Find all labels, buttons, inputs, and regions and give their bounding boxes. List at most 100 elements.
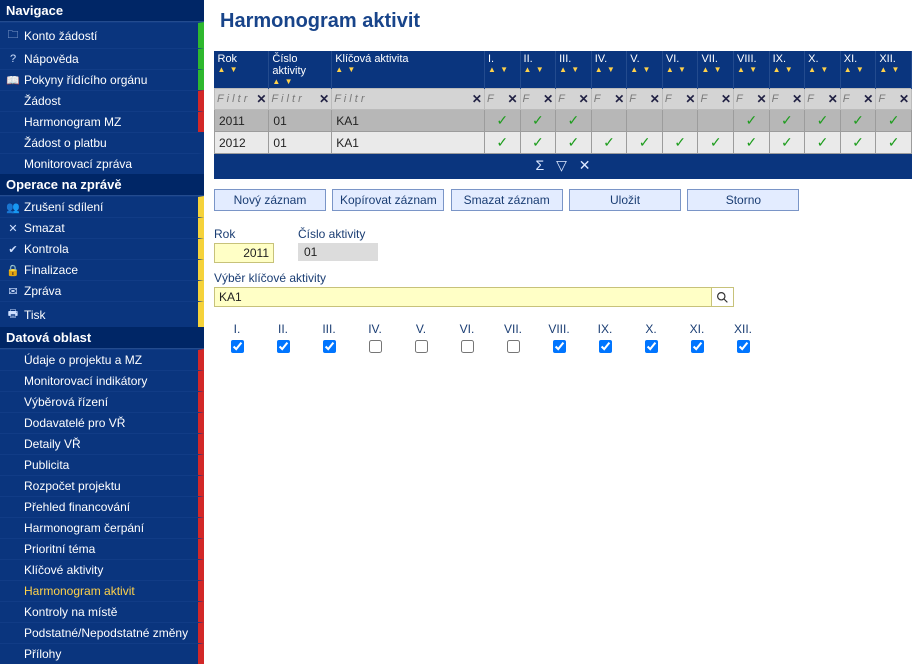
month-checkbox-6[interactable] <box>461 340 474 353</box>
clear-filter-icon[interactable]: ✕ <box>507 92 517 106</box>
sidebar-item[interactable]: ✔Kontrola <box>0 238 204 259</box>
sidebar-item[interactable]: Prioritní téma <box>0 538 204 559</box>
month-checkbox-1[interactable] <box>231 340 244 353</box>
filter-cell[interactable]: F✕ <box>663 89 698 109</box>
sidebar-item[interactable]: Údaje o projektu a MZ <box>0 349 204 370</box>
month-checkbox-3[interactable] <box>323 340 336 353</box>
month-checkbox-12[interactable] <box>737 340 750 353</box>
sidebar-item[interactable]: Monitorovací zpráva <box>0 153 204 174</box>
sidebar-item[interactable]: 🗀Konto žádostí <box>0 22 204 48</box>
clear-filter-icon[interactable]: ✕ <box>757 92 767 106</box>
col-klicova-aktivita[interactable]: Klíčová aktivita <box>332 51 485 89</box>
col-month-9[interactable]: IX. <box>769 51 805 89</box>
clear-filter-icon[interactable]: ✕ <box>256 92 266 106</box>
grid-summary-icon[interactable]: Σ <box>536 157 545 173</box>
new-record-button[interactable]: Nový záznam <box>214 189 326 211</box>
clear-filter-icon[interactable]: ✕ <box>650 92 660 106</box>
sidebar-item[interactable]: 🔒Finalizace <box>0 259 204 280</box>
col-month-12[interactable]: XII. <box>876 51 912 89</box>
clear-filter-icon[interactable]: ✕ <box>319 92 329 106</box>
sidebar-item[interactable]: Přehled financování <box>0 496 204 517</box>
save-button[interactable]: Uložit <box>569 189 681 211</box>
copy-record-button[interactable]: Kopírovat záznam <box>332 189 444 211</box>
clear-filter-icon[interactable]: ✕ <box>792 92 802 106</box>
col-month-4[interactable]: IV. <box>591 51 627 89</box>
rok-field[interactable]: 2011 <box>214 243 274 263</box>
sidebar-item[interactable]: ?Nápověda <box>0 48 204 69</box>
sidebar-item[interactable]: Publicita <box>0 454 204 475</box>
filter-cell[interactable]: F i l t r✕ <box>215 89 268 109</box>
filter-cell[interactable]: F✕ <box>770 89 805 109</box>
col-month-3[interactable]: III. <box>556 51 592 89</box>
col-month-11[interactable]: XI. <box>840 51 876 89</box>
filter-cell[interactable]: F✕ <box>485 89 520 109</box>
clear-filter-icon[interactable]: ✕ <box>472 92 482 106</box>
sidebar-item[interactable]: Harmonogram MZ <box>0 111 204 132</box>
filter-cell[interactable]: F i l t r✕ <box>332 89 484 109</box>
col-month-10[interactable]: X. <box>805 51 841 89</box>
filter-cell[interactable]: F✕ <box>841 89 876 109</box>
month-checkbox-9[interactable] <box>599 340 612 353</box>
filter-cell[interactable]: F✕ <box>876 89 911 109</box>
col-month-1[interactable]: I. <box>484 51 520 89</box>
sort-desc-icon <box>678 65 687 74</box>
clear-filter-icon[interactable]: ✕ <box>721 92 731 106</box>
sidebar-item[interactable]: Přílohy <box>0 643 204 664</box>
sidebar-item[interactable]: Žádost o platbu <box>0 132 204 153</box>
filter-cell[interactable]: F✕ <box>556 89 591 109</box>
sidebar-item[interactable]: Výběrová řízení <box>0 391 204 412</box>
sidebar-item[interactable]: 🖶Tisk <box>0 301 204 327</box>
month-checkbox-11[interactable] <box>691 340 704 353</box>
filter-cell[interactable]: F✕ <box>627 89 662 109</box>
filter-cell[interactable]: F✕ <box>521 89 556 109</box>
col-cislo-aktivity[interactable]: Číslo aktivity <box>269 51 332 89</box>
filter-cell[interactable]: F✕ <box>805 89 840 109</box>
sidebar-item[interactable]: Harmonogram aktivit <box>0 580 204 601</box>
table-row[interactable]: 201201KA1✓✓✓✓✓✓✓✓✓✓✓✓ <box>215 132 912 154</box>
sidebar-item[interactable]: Kontroly na místě <box>0 601 204 622</box>
clear-filter-icon[interactable]: ✕ <box>543 92 553 106</box>
sidebar-item[interactable]: ✕Smazat <box>0 217 204 238</box>
month-checkbox-10[interactable] <box>645 340 658 353</box>
col-month-7[interactable]: VII. <box>698 51 734 89</box>
filter-cell[interactable]: F✕ <box>698 89 733 109</box>
month-checkbox-5[interactable] <box>415 340 428 353</box>
filter-cell[interactable]: F✕ <box>592 89 627 109</box>
delete-record-button[interactable]: Smazat záznam <box>451 189 563 211</box>
col-month-2[interactable]: II. <box>520 51 556 89</box>
clear-filter-icon[interactable]: ✕ <box>828 92 838 106</box>
lookup-button[interactable] <box>712 287 734 307</box>
month-checkbox-7[interactable] <box>507 340 520 353</box>
menu-icon: ? <box>6 53 20 65</box>
col-month-8[interactable]: VIII. <box>734 51 770 89</box>
sidebar-item[interactable]: 📖Pokyny řídícího orgánu <box>0 69 204 90</box>
cancel-button[interactable]: Storno <box>687 189 799 211</box>
col-month-5[interactable]: V. <box>627 51 663 89</box>
sidebar-item[interactable]: Detaily VŘ <box>0 433 204 454</box>
sidebar-item[interactable]: Klíčové aktivity <box>0 559 204 580</box>
sidebar-item[interactable]: Dodavatelé pro VŘ <box>0 412 204 433</box>
table-row[interactable]: 201101KA1✓✓✓✓✓✓✓✓ <box>215 110 912 132</box>
grid-clear-icon[interactable]: ✕ <box>579 157 591 173</box>
sidebar-item[interactable]: Monitorovací indikátory <box>0 370 204 391</box>
clear-filter-icon[interactable]: ✕ <box>863 92 873 106</box>
clear-filter-icon[interactable]: ✕ <box>685 92 695 106</box>
col-month-6[interactable]: VI. <box>662 51 698 89</box>
sidebar-item[interactable]: Harmonogram čerpání <box>0 517 204 538</box>
sidebar-item[interactable]: Žádost <box>0 90 204 111</box>
month-checkbox-2[interactable] <box>277 340 290 353</box>
sidebar-item[interactable]: 👥Zrušení sdílení <box>0 196 204 217</box>
col-rok[interactable]: Rok <box>215 51 269 89</box>
clear-filter-icon[interactable]: ✕ <box>579 92 589 106</box>
clear-filter-icon[interactable]: ✕ <box>614 92 624 106</box>
sidebar-item[interactable]: Rozpočet projektu <box>0 475 204 496</box>
month-checkbox-4[interactable] <box>369 340 382 353</box>
vyber-field[interactable]: KA1 <box>214 287 712 307</box>
month-checkbox-8[interactable] <box>553 340 566 353</box>
grid-filter-icon[interactable]: ▽ <box>556 157 567 173</box>
sidebar-item[interactable]: Podstatné/Nepodstatné změny <box>0 622 204 643</box>
filter-cell[interactable]: F i l t r✕ <box>269 89 331 109</box>
sidebar-item[interactable]: ✉Zpráva <box>0 280 204 301</box>
filter-cell[interactable]: F✕ <box>734 89 769 109</box>
clear-filter-icon[interactable]: ✕ <box>899 92 909 106</box>
